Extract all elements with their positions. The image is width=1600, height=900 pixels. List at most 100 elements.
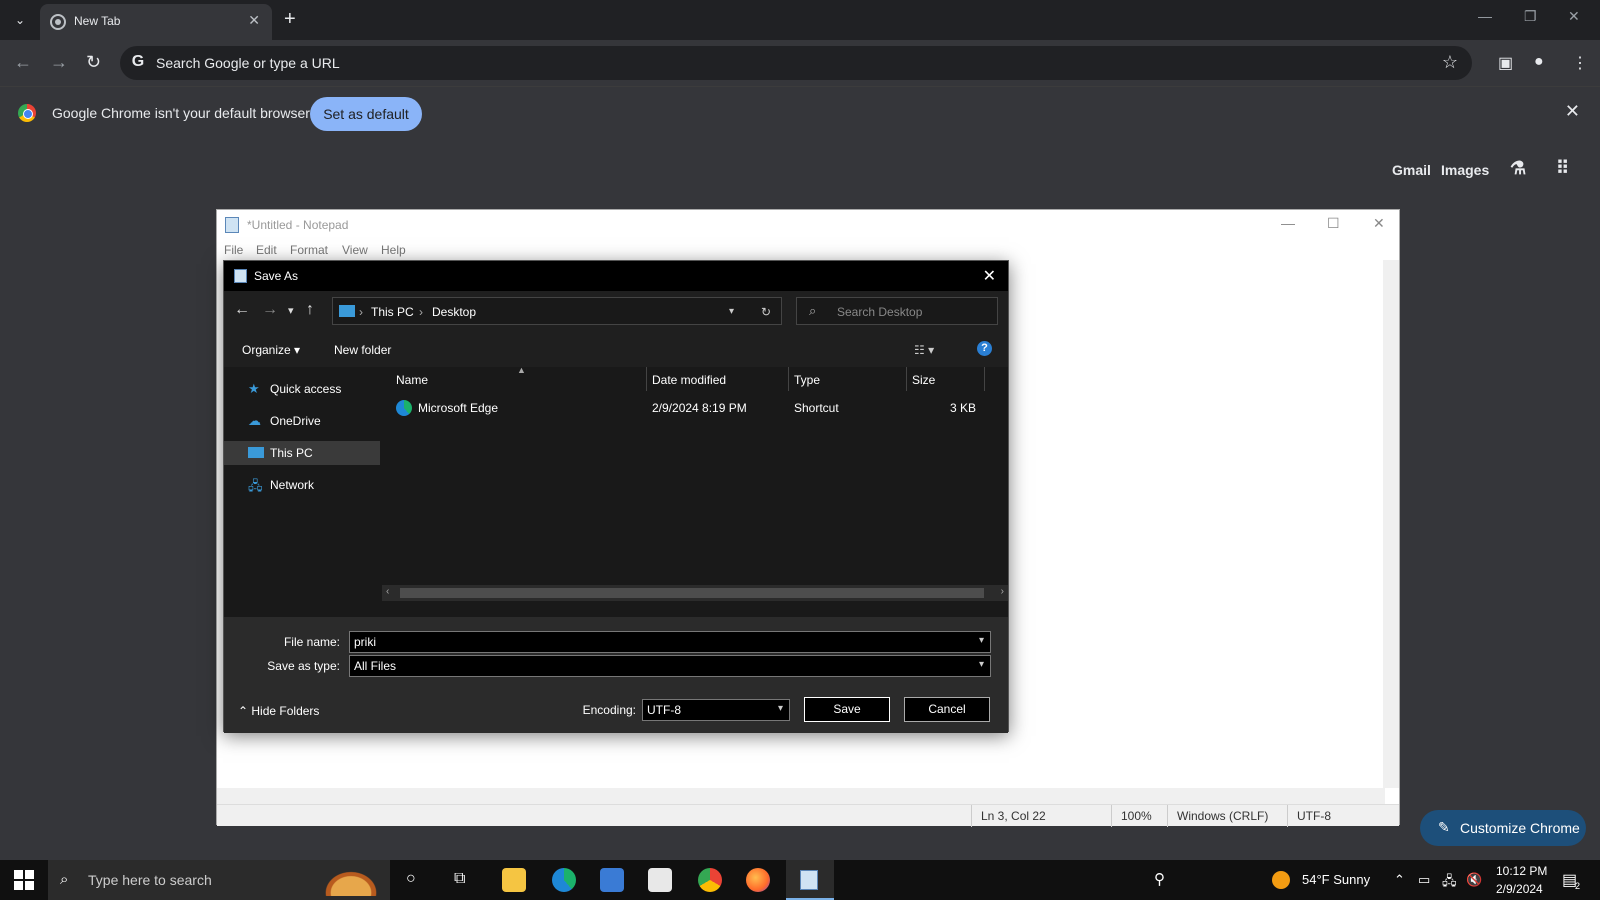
save-as-command-bar: Organize ▾ New folder ☷ ▾ ? <box>224 331 1008 367</box>
help-icon[interactable]: ? <box>977 341 992 356</box>
file-name-input[interactable]: priki ▾ <box>349 631 991 653</box>
column-size[interactable]: Size <box>912 373 935 387</box>
back-arrow-icon[interactable]: ← <box>234 301 250 319</box>
save-as-type-select[interactable]: All Files ▾ <box>349 655 991 677</box>
bookmark-star-icon[interactable]: ☆ <box>1442 52 1458 73</box>
edge-icon[interactable] <box>552 868 576 892</box>
taskbar-search-box[interactable]: ⌕ Type here to search <box>48 860 390 900</box>
back-arrow-icon[interactable]: ← <box>14 52 32 73</box>
navigation-pane: ★ Quick access ☁ OneDrive This PC 🖧 Netw… <box>224 367 380 617</box>
new-tab-plus-icon[interactable]: + <box>284 8 296 30</box>
menu-file[interactable]: File <box>224 243 243 257</box>
up-arrow-icon[interactable]: ↑ <box>306 301 314 319</box>
side-panel-icon[interactable]: ▣ <box>1498 53 1513 73</box>
minimize-icon[interactable]: — <box>1478 8 1492 24</box>
file-list-horizontal-scrollbar[interactable]: ‹ › <box>382 585 1008 601</box>
chrome-tab-favicon-icon <box>50 14 66 30</box>
omnibox[interactable]: G Search Google or type a URL ☆ <box>120 46 1472 80</box>
column-type[interactable]: Type <box>794 373 820 387</box>
nav-this-pc[interactable]: This PC <box>224 441 380 465</box>
forward-arrow-icon[interactable]: → <box>50 52 68 73</box>
address-bar[interactable]: › This PC › Desktop ▾ ↻ <box>332 297 782 325</box>
people-icon[interactable]: ⚲ <box>1154 870 1165 888</box>
save-as-address-row: ← → ▾ ↑ › This PC › Desktop ▾ ↻ ⌕ Search… <box>224 291 1008 331</box>
gmail-link[interactable]: Gmail <box>1392 162 1431 178</box>
notepad-maximize-icon[interactable]: ☐ <box>1327 215 1340 232</box>
refresh-icon[interactable]: ↻ <box>761 305 771 319</box>
cancel-button[interactable]: Cancel <box>904 697 990 722</box>
breadcrumb-this-pc[interactable]: This PC <box>371 305 414 319</box>
menu-edit[interactable]: Edit <box>256 243 277 257</box>
close-tab-icon[interactable]: ✕ <box>248 12 260 29</box>
hide-folders-button[interactable]: ⌃ Hide Folders <box>238 704 319 718</box>
search-highlight-pizza-icon <box>316 864 386 896</box>
microsoft-store-icon[interactable] <box>600 868 624 892</box>
encoding-select[interactable]: UTF-8 ▾ <box>642 699 790 721</box>
firefox-icon[interactable] <box>746 868 770 892</box>
labs-flask-icon[interactable]: ⚗ <box>1510 158 1526 179</box>
notepad-statusbar: Ln 3, Col 22 100% Windows (CRLF) UTF-8 <box>217 804 1399 827</box>
search-desktop-input[interactable]: ⌕ Search Desktop <box>796 297 998 325</box>
omnibox-placeholder: Search Google or type a URL <box>156 55 340 71</box>
volume-muted-icon[interactable]: 🔇 <box>1466 872 1482 888</box>
file-date: 2/9/2024 8:19 PM <box>652 401 747 415</box>
cortana-circle-icon[interactable]: ○ <box>406 870 416 888</box>
meet-now-icon[interactable]: ▭ <box>1418 872 1430 888</box>
notepad-close-icon[interactable]: ✕ <box>1373 215 1385 232</box>
menu-format[interactable]: Format <box>290 243 328 257</box>
weather-text[interactable]: 54°F Sunny <box>1302 872 1370 887</box>
organize-button[interactable]: Organize ▾ <box>242 343 300 357</box>
nav-quick-access[interactable]: ★ Quick access <box>224 377 380 401</box>
network-icon[interactable]: 🖧 <box>1442 872 1457 894</box>
column-name[interactable]: Name <box>396 373 428 387</box>
task-view-icon[interactable]: ⧉ <box>454 870 465 888</box>
notepad-horizontal-scrollbar[interactable] <box>217 788 1385 804</box>
save-as-type-label: Save as type: <box>267 659 340 673</box>
address-dropdown-icon[interactable]: ▾ <box>729 306 734 317</box>
recent-locations-chevron-icon[interactable]: ▾ <box>288 304 294 317</box>
clock-date[interactable]: 2/9/2024 <box>1496 882 1543 896</box>
chevron-down-icon[interactable]: ▾ <box>979 635 984 646</box>
windows-start-icon[interactable] <box>14 870 34 890</box>
save-button[interactable]: Save <box>804 697 890 722</box>
tab-search-chevron-icon[interactable]: ⌄ <box>8 8 32 32</box>
tab-title: New Tab <box>74 14 121 28</box>
reload-icon[interactable]: ↻ <box>86 52 101 73</box>
profile-icon[interactable]: ● <box>1534 53 1544 71</box>
set-as-default-button[interactable]: Set as default <box>310 97 422 131</box>
notepad-minimize-icon[interactable]: — <box>1281 215 1295 231</box>
file-explorer-icon[interactable] <box>502 868 526 892</box>
forward-arrow-icon[interactable]: → <box>262 301 278 319</box>
search-icon: ⌕ <box>60 871 69 888</box>
file-list: ▲ Name Date modified Type Size Microsoft… <box>380 365 1008 617</box>
customize-chrome-button[interactable]: ✎ Customize Chrome <box>1420 810 1586 846</box>
google-apps-grid-icon[interactable]: ⠿ <box>1556 158 1569 179</box>
search-icon: ⌕ <box>809 303 817 318</box>
close-infobar-icon[interactable]: ✕ <box>1565 101 1580 122</box>
clock-time[interactable]: 10:12 PM <box>1496 864 1547 878</box>
show-hidden-icons-chevron-icon[interactable]: ⌃ <box>1394 872 1405 888</box>
notepad-app-icon <box>800 870 818 890</box>
chrome-icon[interactable] <box>698 868 722 892</box>
new-folder-button[interactable]: New folder <box>334 343 391 357</box>
menu-help[interactable]: Help <box>381 243 406 257</box>
column-date-modified[interactable]: Date modified <box>652 373 726 387</box>
nav-network[interactable]: 🖧 Network <box>224 473 380 497</box>
images-link[interactable]: Images <box>1441 162 1489 178</box>
menu-view[interactable]: View <box>342 243 368 257</box>
breadcrumb-desktop[interactable]: Desktop <box>432 305 476 319</box>
restore-icon[interactable]: ❐ <box>1524 8 1537 25</box>
mail-icon[interactable] <box>648 868 672 892</box>
chrome-menu-icon[interactable]: ⋮ <box>1572 53 1588 73</box>
nav-onedrive[interactable]: ☁ OneDrive <box>224 409 380 433</box>
dialog-close-icon[interactable]: ✕ <box>983 266 996 286</box>
sun-weather-icon <box>1272 871 1290 889</box>
view-options-icon[interactable]: ☷ ▾ <box>914 343 934 357</box>
notepad-taskbar-button[interactable] <box>786 860 834 900</box>
encoding-label: Encoding: <box>582 703 636 717</box>
chevron-down-icon[interactable]: ▾ <box>778 703 783 714</box>
chevron-down-icon[interactable]: ▾ <box>979 659 984 670</box>
close-window-icon[interactable]: ✕ <box>1568 8 1580 25</box>
notepad-vertical-scrollbar[interactable] <box>1383 260 1399 788</box>
tab-new-tab[interactable]: New Tab ✕ <box>40 4 272 40</box>
